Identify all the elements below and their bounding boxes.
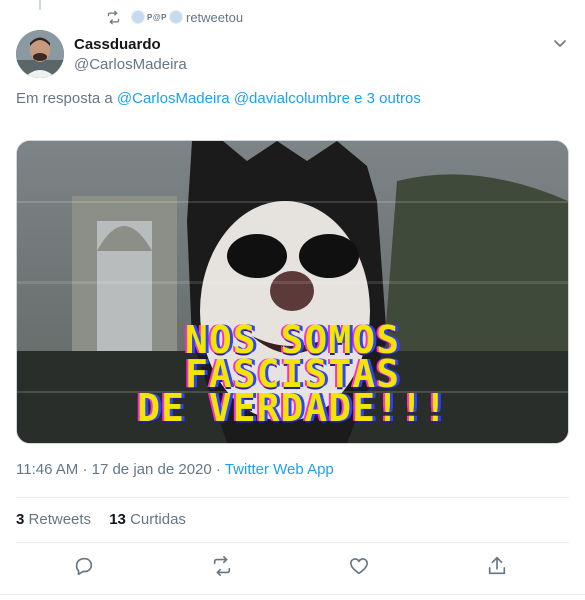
tweet-date[interactable]: 17 de jan de 2020 (92, 461, 212, 478)
media-caption-text: NOS SOMOS FASCISTAS DE VERDADE!!! (137, 318, 448, 430)
tweet-actions-bar (0, 555, 585, 579)
retweets-label: Retweets (28, 511, 92, 528)
share-icon (488, 556, 506, 575)
share-button[interactable] (486, 555, 508, 577)
divider (0, 594, 585, 595)
tweet-media-image[interactable]: NOS SOMOS FASCISTAS DE VERDADE!!! (16, 140, 569, 444)
likes-label: Curtidas (130, 511, 186, 528)
author-handle[interactable]: @CarlosMadeira (74, 56, 187, 73)
retweeter-name: P@P (147, 12, 167, 22)
tweet-time[interactable]: 11:46 AM (16, 461, 78, 478)
reply-icon (75, 557, 93, 576)
reply-prefix: Em resposta a (16, 90, 113, 107)
author-name[interactable]: Cassduardo (74, 36, 161, 53)
meta-separator: · (215, 461, 221, 478)
tweet-timestamp: 11:46 AM · 17 de jan de 2020 · Twitter W… (16, 461, 334, 478)
divider (16, 542, 569, 543)
retweeter-avatar (131, 10, 145, 24)
retweet-button[interactable] (211, 555, 233, 577)
retweeted-by-row: P@P retweetou (106, 8, 243, 26)
retweeter-avatars[interactable]: P@P (131, 10, 183, 24)
chevron-down-icon[interactable] (553, 36, 567, 50)
retweeter-avatar (168, 10, 183, 24)
retweets-count: 3 (16, 511, 25, 528)
likes-count: 13 (109, 511, 126, 528)
retweeted-label: retweetou (185, 9, 244, 25)
reply-others-link[interactable]: 3 outros (367, 90, 421, 107)
retweet-icon (213, 556, 231, 576)
like-button[interactable] (348, 555, 370, 577)
tweet-source-link[interactable]: Twitter Web App (225, 461, 334, 478)
meta-separator: · (82, 461, 88, 478)
reply-mention-link[interactable]: @davialcolumbre (234, 90, 350, 107)
reply-conjunction: e (354, 90, 363, 107)
reply-button[interactable] (73, 555, 95, 577)
likes-stat[interactable]: 13 Curtidas (109, 511, 186, 528)
retweets-stat[interactable]: 3 Retweets (16, 511, 91, 528)
author-avatar[interactable] (16, 30, 64, 78)
thread-line (39, 0, 41, 10)
heart-icon (349, 558, 369, 575)
reply-context: Em resposta a @CarlosMadeira @davialcolu… (16, 90, 421, 107)
retweet-icon (107, 10, 120, 24)
reply-mention-link[interactable]: @CarlosMadeira (117, 90, 230, 107)
divider (16, 497, 569, 498)
tweet-stats: 3 Retweets 13 Curtidas (16, 511, 200, 528)
